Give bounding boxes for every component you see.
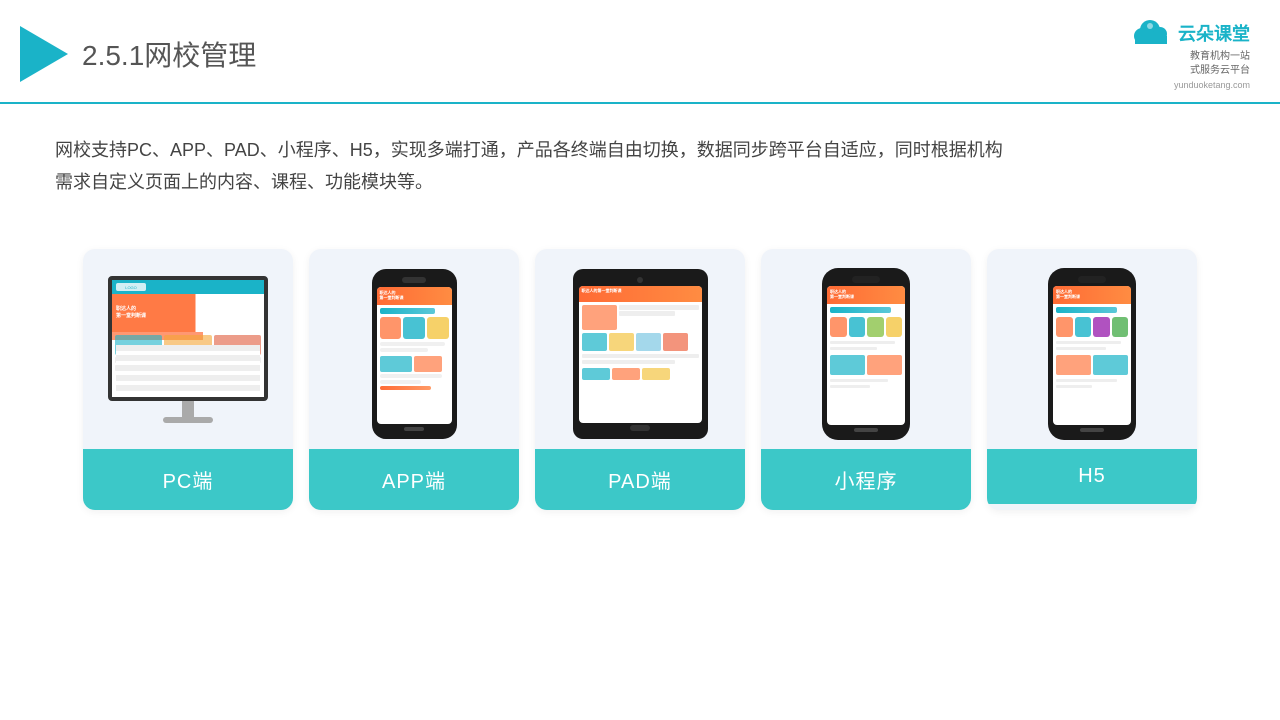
logo-triangle-icon — [20, 26, 68, 82]
description-line2: 需求自定义页面上的内容、课程、功能模块等。 — [55, 166, 1225, 198]
cloud-icon — [1128, 18, 1172, 48]
card-pad-image: 职达人的第一堂判断课 — [535, 249, 745, 449]
brand-logo: 云朵课堂 教育机构一站 式服务云平台 yunduoketang.com — [1128, 18, 1250, 90]
pad-tablet-icon: 职达人的第一堂判断课 — [573, 269, 708, 439]
device-cards-container: LOGO 职达人的第一堂判断课 — [0, 219, 1280, 530]
card-app-label: APP端 — [309, 449, 519, 510]
brand-name-text: 云朵课堂 — [1178, 20, 1250, 46]
card-h5-label: H5 — [987, 449, 1197, 504]
miniprogram-phone-icon: 职达人的第一堂判断课 — [822, 268, 910, 440]
card-pc-label: PC端 — [83, 449, 293, 510]
brand-cloud-row: 云朵课堂 — [1128, 18, 1250, 48]
card-pad-label: PAD端 — [535, 449, 745, 510]
card-pc-image: LOGO 职达人的第一堂判断课 — [83, 249, 293, 449]
card-miniprogram: 职达人的第一堂判断课 — [761, 249, 971, 510]
card-miniprogram-image: 职达人的第一堂判断课 — [761, 249, 971, 449]
brand-domain: yunduoketang.com — [1174, 80, 1250, 90]
card-pad: 职达人的第一堂判断课 — [535, 249, 745, 510]
card-app-image: 职达人的第一堂判断课 — [309, 249, 519, 449]
page-title: 2.5.1网校管理 — [82, 34, 256, 74]
description-block: 网校支持PC、APP、PAD、小程序、H5，实现多端打通，产品各终端自由切换，数… — [0, 104, 1280, 209]
brand-tagline: 教育机构一站 式服务云平台 — [1190, 50, 1250, 78]
page-header: 2.5.1网校管理 云朵课堂 教育机构一站 式服务云平台 yunduoketan… — [0, 0, 1280, 104]
description-line1: 网校支持PC、APP、PAD、小程序、H5，实现多端打通，产品各终端自由切换，数… — [55, 134, 1225, 166]
app-phone-icon: 职达人的第一堂判断课 — [372, 269, 457, 439]
h5-phone-icon: 职达人的第一堂判断课 — [1048, 268, 1136, 440]
header-left: 2.5.1网校管理 — [20, 26, 256, 82]
card-miniprogram-label: 小程序 — [761, 449, 971, 510]
card-h5: 职达人的第一堂判断课 — [987, 249, 1197, 510]
pc-monitor-icon: LOGO 职达人的第一堂判断课 — [103, 276, 273, 431]
card-pc: LOGO 职达人的第一堂判断课 — [83, 249, 293, 510]
card-h5-image: 职达人的第一堂判断课 — [987, 249, 1197, 449]
card-app: 职达人的第一堂判断课 — [309, 249, 519, 510]
